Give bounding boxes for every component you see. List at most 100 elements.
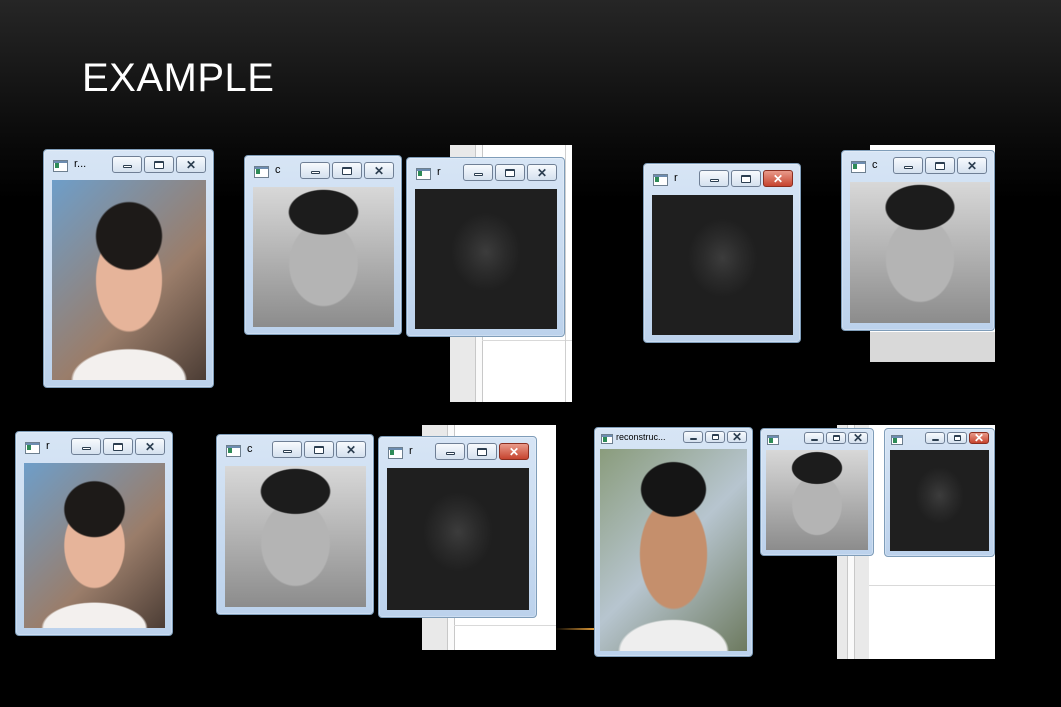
window-title: r... (74, 158, 87, 170)
minimize-icon (709, 179, 719, 182)
face-image (225, 466, 366, 607)
close-button[interactable]: ✕ (763, 170, 793, 187)
maximize-icon (935, 161, 945, 170)
close-icon: ✕ (144, 439, 156, 454)
window-title: reconstruc... (616, 432, 666, 442)
close-button[interactable]: ✕ (364, 162, 394, 179)
maximize-button[interactable] (144, 156, 174, 173)
reconstruction-window[interactable]: r ✕ (406, 157, 565, 337)
app-icon (767, 435, 779, 445)
app-icon (53, 160, 68, 172)
app-icon (388, 447, 403, 459)
minimize-button[interactable] (925, 432, 945, 444)
maximize-button[interactable] (467, 443, 497, 460)
close-icon: ✕ (536, 165, 548, 180)
title-bar[interactable]: c ✕ (217, 435, 373, 465)
app-icon (416, 168, 431, 180)
title-bar[interactable]: c ✕ (761, 429, 873, 449)
minimize-button[interactable] (699, 170, 729, 187)
window-title: r (437, 166, 441, 178)
app-icon (601, 434, 613, 444)
reconstructed-face-image (890, 450, 989, 551)
title-bar[interactable]: c ✕ (245, 156, 401, 186)
maximize-icon (477, 447, 487, 456)
minimize-button[interactable] (272, 441, 302, 458)
maximize-button[interactable] (103, 438, 133, 455)
face-window[interactable]: c ✕ (841, 150, 995, 331)
face-image (52, 180, 206, 380)
close-icon: ✕ (973, 431, 985, 445)
close-icon: ✕ (508, 444, 520, 459)
close-button[interactable]: ✕ (957, 157, 987, 174)
reconstruction-window[interactable]: r ✕ (643, 163, 801, 343)
face-image (600, 449, 747, 651)
minimize-button[interactable] (893, 157, 923, 174)
reconstructed-face-image (652, 195, 793, 335)
slide-title: EXAMPLE (82, 56, 275, 100)
face-image (766, 450, 868, 550)
close-icon: ✕ (772, 171, 784, 186)
close-button[interactable]: ✕ (135, 438, 165, 455)
close-button[interactable]: ✕ (176, 156, 206, 173)
title-bar[interactable]: r ✕ (379, 437, 536, 467)
maximize-icon (505, 168, 515, 177)
maximize-button[interactable] (705, 431, 725, 443)
reconstructed-face-image (415, 189, 557, 329)
close-icon: ✕ (373, 163, 385, 178)
minimize-button[interactable] (300, 162, 330, 179)
face-image (850, 182, 990, 323)
maximize-icon (154, 160, 164, 169)
face-window[interactable]: c ✕ (760, 428, 874, 556)
face-window[interactable]: r ✕ (15, 431, 173, 636)
minimize-button[interactable] (683, 431, 703, 443)
face-window[interactable]: r... ✕ (43, 149, 214, 388)
maximize-button[interactable] (925, 157, 955, 174)
minimize-icon (931, 438, 939, 441)
close-button[interactable]: ✕ (848, 432, 868, 444)
close-button[interactable]: ✕ (499, 443, 529, 460)
close-icon: ✕ (852, 431, 864, 445)
face-window[interactable]: reconstruc... ✕ (594, 427, 753, 657)
minimize-icon (810, 438, 818, 441)
title-bar[interactable]: r ✕ (407, 158, 564, 188)
close-button[interactable]: ✕ (727, 431, 747, 443)
title-bar[interactable]: r ✕ (885, 429, 994, 449)
minimize-button[interactable] (112, 156, 142, 173)
minimize-button[interactable] (463, 164, 493, 181)
title-bar[interactable]: r ✕ (644, 164, 800, 194)
maximize-button[interactable] (947, 432, 967, 444)
maximize-button[interactable] (826, 432, 846, 444)
maximize-button[interactable] (304, 441, 334, 458)
face-image (253, 187, 394, 327)
title-bar[interactable]: r ✕ (16, 432, 172, 462)
window-title: c (247, 443, 253, 455)
minimize-button[interactable] (804, 432, 824, 444)
close-icon: ✕ (345, 442, 357, 457)
maximize-icon (832, 435, 840, 441)
title-bar[interactable]: reconstruc... ✕ (595, 428, 752, 448)
title-bar[interactable]: c ✕ (842, 151, 994, 181)
window-title: r (46, 440, 50, 452)
close-button[interactable]: ✕ (969, 432, 989, 444)
minimize-icon (81, 447, 91, 450)
minimize-icon (903, 166, 913, 169)
minimize-button[interactable] (435, 443, 465, 460)
close-icon: ✕ (966, 158, 978, 173)
maximize-button[interactable] (495, 164, 525, 181)
maximize-icon (711, 434, 719, 440)
app-icon (226, 445, 241, 457)
maximize-button[interactable] (731, 170, 761, 187)
close-button[interactable]: ✕ (336, 441, 366, 458)
minimize-icon (310, 171, 320, 174)
face-window[interactable]: c ✕ (244, 155, 402, 335)
reconstruction-window[interactable]: r ✕ (378, 436, 537, 618)
minimize-button[interactable] (71, 438, 101, 455)
maximize-button[interactable] (332, 162, 362, 179)
title-bar[interactable]: r... ✕ (44, 150, 213, 180)
minimize-icon (122, 165, 132, 168)
reconstruction-window[interactable]: r ✕ (884, 428, 995, 557)
minimize-icon (473, 173, 483, 176)
maximize-icon (741, 174, 751, 183)
close-button[interactable]: ✕ (527, 164, 557, 181)
face-window[interactable]: c ✕ (216, 434, 374, 615)
